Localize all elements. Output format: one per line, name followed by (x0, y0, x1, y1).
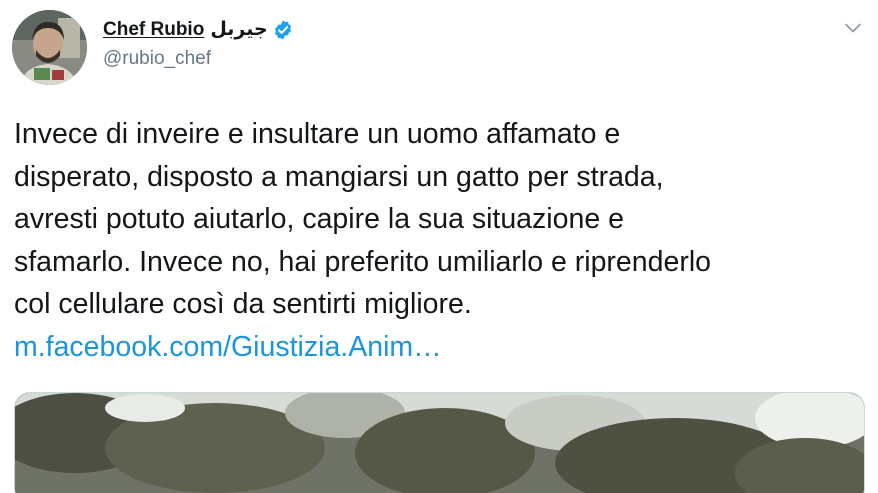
avatar[interactable] (12, 10, 87, 85)
chevron-down-icon[interactable] (843, 18, 863, 38)
display-name-arabic: جيربل (210, 19, 268, 40)
media-image (15, 393, 864, 493)
tweet-text: Invece di inveire e insultare un uomo af… (14, 113, 874, 368)
verified-badge-icon (274, 19, 291, 40)
avatar-photo (12, 10, 87, 85)
user-name-row[interactable]: Chef Rubio جيربل (103, 18, 294, 41)
tweet-link[interactable]: m.facebook.com/Giustizia.Anim… (14, 326, 874, 369)
media-preview[interactable] (14, 392, 865, 493)
display-name[interactable]: Chef Rubio (103, 19, 204, 41)
tweet-text-line: disperato, disposto a mangiarsi un gatto… (14, 160, 664, 193)
tweet-card: Chef Rubio جيربل @rubio_chef Invece di i… (0, 0, 878, 493)
tweet-text-line: col cellulare così da sentirti migliore. (14, 288, 472, 320)
tweet-text-line: Invece di inveire e insultare un uomo af… (14, 118, 621, 150)
tweet-text-line: avresti potuto aiutarlo, capire la sua s… (14, 203, 624, 235)
user-handle[interactable]: @rubio_chef (103, 48, 211, 70)
tweet-text-line: sfamarlo. Invece no, hai preferito umili… (14, 245, 711, 278)
